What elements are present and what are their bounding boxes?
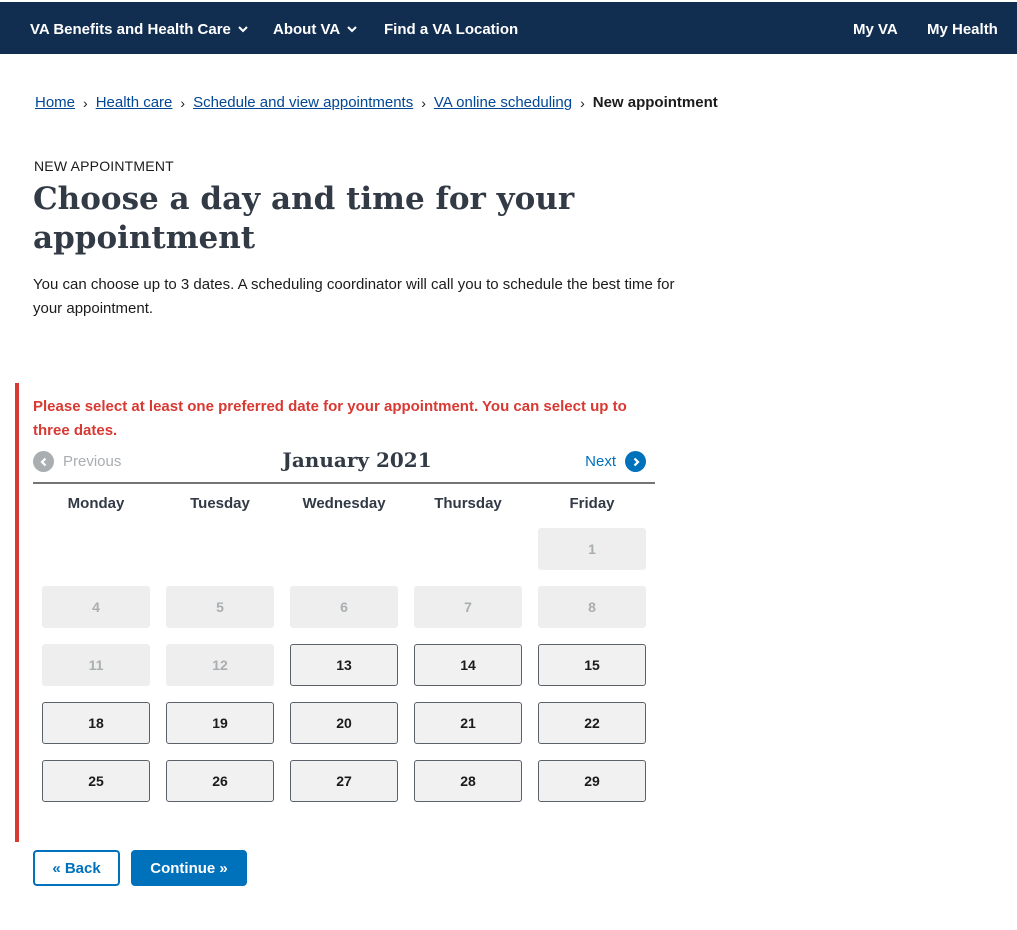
calendar-day-button[interactable]: 20 [290,702,398,744]
next-label: Next [585,453,616,470]
continue-button[interactable]: Continue » [131,850,247,886]
breadcrumb-home-link[interactable]: Home [35,94,75,111]
breadcrumb-online-scheduling-link[interactable]: VA online scheduling [434,94,572,111]
calendar-day-disabled: 6 [290,586,398,628]
calendar-day-disabled: 11 [42,644,150,686]
calendar-day-button[interactable]: 19 [166,702,274,744]
chevron-down-icon [347,24,357,34]
calendar-day-disabled: 7 [414,586,522,628]
calendar-day-button[interactable]: 27 [290,760,398,802]
page-title: Choose a day and time for your appointme… [33,181,575,256]
breadcrumb-separator: › [83,94,88,111]
breadcrumb-separator: › [421,94,426,111]
calendar-day-button[interactable]: 15 [538,644,646,686]
chevron-down-icon [238,24,248,34]
calendar-month-title: January 2021 [282,448,432,472]
breadcrumb-current: New appointment [592,94,718,111]
calendar-day-button[interactable]: 29 [538,760,646,802]
weekday-header: Thursday [434,495,502,512]
next-month-button[interactable]: Next [585,451,646,472]
chevron-right-icon [625,451,646,472]
calendar-day-button[interactable]: 18 [42,702,150,744]
top-navigation: VA Benefits and Health Care About VA Fin… [0,0,1017,54]
calendar-day-button[interactable]: 26 [166,760,274,802]
page-intro: You can choose up to 3 dates. A scheduli… [33,276,675,317]
calendar-day-disabled: 8 [538,586,646,628]
error-message: Please select at least one preferred dat… [33,398,627,439]
back-button[interactable]: « Back [33,850,120,886]
calendar-day-disabled: 12 [166,644,274,686]
breadcrumb-separator: › [580,94,585,111]
nav-find-location-link[interactable]: Find a VA Location [384,2,518,56]
nav-benefits-label: VA Benefits and Health Care [30,20,231,38]
calendar-day-disabled: 4 [42,586,150,628]
calendar-day-disabled: 1 [538,528,646,570]
calendar-day-button[interactable]: 21 [414,702,522,744]
breadcrumb: Home › Health care › Schedule and view a… [35,94,718,111]
nav-my-va-link[interactable]: My VA [853,2,898,56]
calendar-day-button[interactable]: 25 [42,760,150,802]
page-eyebrow: NEW APPOINTMENT [34,158,174,174]
breadcrumb-schedule-link[interactable]: Schedule and view appointments [193,94,413,111]
nav-benefits-menu[interactable]: VA Benefits and Health Care [30,2,248,56]
calendar-day-button[interactable]: 28 [414,760,522,802]
nav-my-health-link[interactable]: My Health [927,2,998,56]
weekday-header: Tuesday [190,495,250,512]
breadcrumb-health-care-link[interactable]: Health care [96,94,173,111]
nav-about-menu[interactable]: About VA [273,2,357,56]
nav-about-label: About VA [273,20,341,38]
calendar-day-button[interactable]: 22 [538,702,646,744]
calendar-day-button[interactable]: 13 [290,644,398,686]
breadcrumb-separator: › [180,94,186,111]
error-indicator-bar [15,383,19,842]
calendar-day-button[interactable]: 14 [414,644,522,686]
calendar-header: Previous January 2021 Next [33,447,655,484]
weekday-header: Friday [569,495,615,512]
weekday-header: Wednesday [302,495,386,512]
weekday-header: Monday [67,495,125,512]
calendar-day-disabled: 5 [166,586,274,628]
